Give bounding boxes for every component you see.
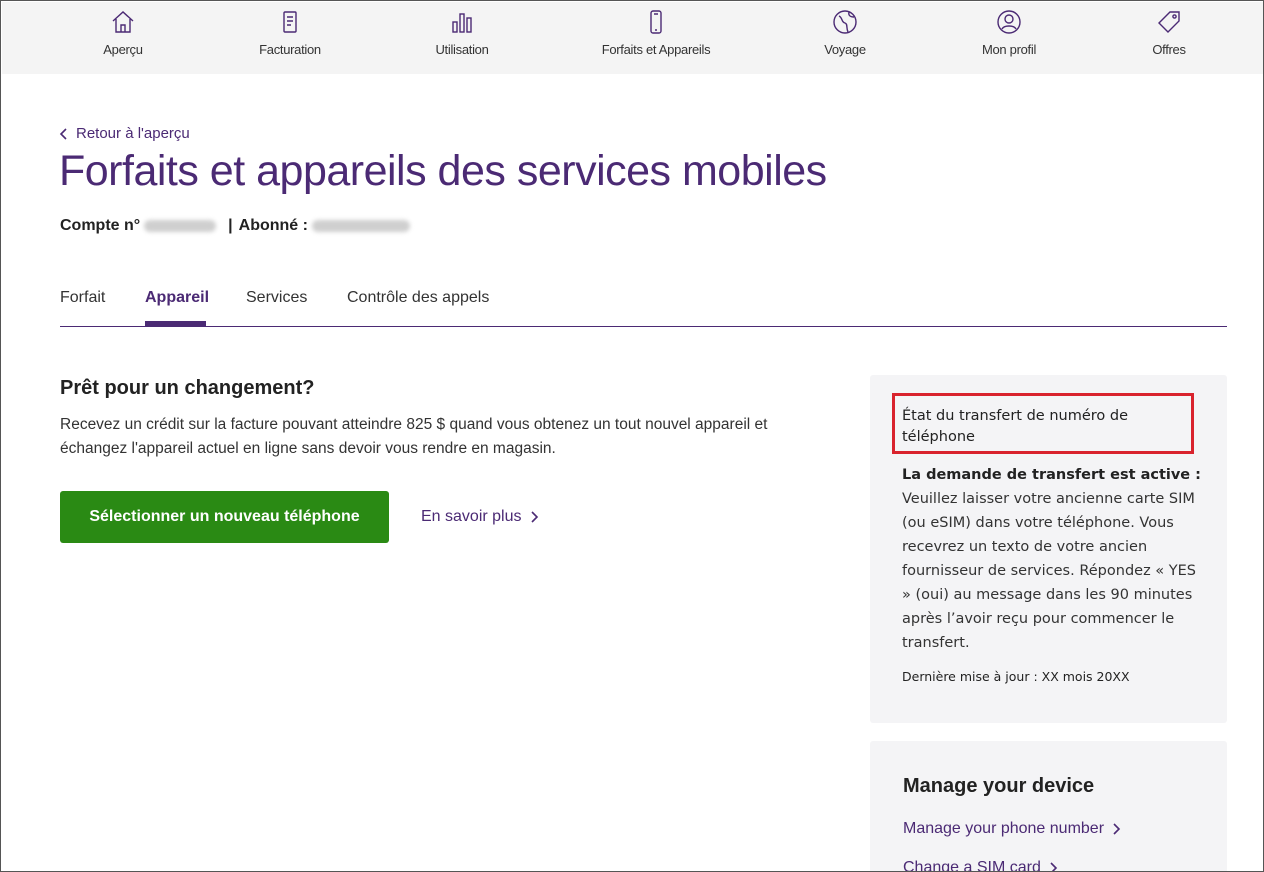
transfer-status-text: La demande de transfert est active : Veu… — [902, 463, 1202, 655]
nav-item-offres[interactable]: Offres — [1089, 8, 1249, 57]
back-link[interactable]: Retour à l'aperçu — [59, 125, 190, 142]
nav-item-mon-profil[interactable]: Mon profil — [929, 8, 1089, 57]
bill-icon — [283, 11, 297, 33]
nav-label: Forfaits et Appareils — [601, 42, 711, 57]
chevron-right-icon — [530, 511, 538, 523]
phone-icon — [650, 10, 662, 34]
account-label: Compte n° — [60, 217, 141, 234]
top-nav: Aperçu Facturation Utilisation Forfaits … — [2, 2, 1263, 74]
nav-label: Voyage — [824, 42, 866, 57]
manage-link-label: Manage your phone number — [903, 820, 1105, 837]
account-number-redacted — [144, 220, 217, 232]
nav-label: Aperçu — [103, 42, 143, 57]
tab-bar: Forfait Appareil Services Contrôle des a… — [60, 287, 1227, 327]
manage-device-card — [870, 741, 1227, 871]
tab-controle-appels[interactable]: Contrôle des appels — [347, 289, 489, 307]
manage-device-title: Manage your device — [903, 775, 1095, 797]
nav-item-facturation[interactable]: Facturation — [210, 8, 370, 57]
tab-appareil[interactable]: Appareil — [145, 289, 209, 307]
transfer-status-heading: La demande de transfert est active : — [902, 467, 1201, 483]
back-link-label: Retour à l'aperçu — [76, 125, 190, 142]
tab-services[interactable]: Services — [246, 289, 307, 307]
nav-item-apercu[interactable]: Aperçu — [43, 8, 203, 57]
nav-label: Mon profil — [981, 42, 1037, 57]
nav-item-utilisation[interactable]: Utilisation — [382, 8, 542, 57]
nav-label: Facturation — [259, 42, 321, 57]
select-new-phone-button[interactable]: Sélectionner un nouveau téléphone — [60, 491, 389, 543]
transfer-status-body: Veuillez laisser votre ancienne carte SI… — [902, 491, 1196, 651]
page-title: Forfaits et appareils des services mobil… — [59, 147, 827, 195]
tag-icon — [1158, 11, 1180, 33]
nav-item-voyage[interactable]: Voyage — [765, 8, 925, 57]
app-frame: Aperçu Facturation Utilisation Forfaits … — [0, 0, 1264, 872]
tab-forfait[interactable]: Forfait — [60, 289, 105, 307]
chevron-right-icon — [1113, 823, 1121, 835]
subscriber-number-redacted — [311, 220, 410, 232]
promo-title: Prêt pour un changement? — [60, 377, 315, 399]
chevron-right-icon — [1050, 862, 1057, 871]
change-sim-card-link[interactable]: Change a SIM card — [903, 859, 1058, 872]
manage-link-label: Change a SIM card — [903, 859, 1041, 872]
last-updated: Dernière mise à jour : XX mois 20XX — [902, 669, 1130, 684]
nav-label: Offres — [1152, 42, 1186, 57]
home-icon — [112, 11, 134, 33]
learn-more-label: En savoir plus — [421, 508, 522, 525]
account-info: Compte n° | Abonné : — [60, 217, 416, 235]
subscriber-label: Abonné : — [238, 217, 308, 234]
learn-more-link[interactable]: En savoir plus — [421, 508, 539, 526]
promo-text: Recevez un crédit sur la facture pouvant… — [60, 416, 768, 457]
active-tab-indicator — [145, 321, 206, 326]
nav-item-forfaits-appareils[interactable]: Forfaits et Appareils — [576, 8, 736, 57]
profile-icon — [997, 10, 1021, 34]
account-separator: | — [228, 217, 233, 234]
globe-icon — [833, 10, 857, 34]
nav-label: Utilisation — [435, 42, 489, 57]
bar-chart-icon — [452, 13, 472, 33]
manage-phone-number-link[interactable]: Manage your phone number — [903, 820, 1121, 838]
chevron-left-icon — [59, 127, 67, 140]
highlight-annotation — [892, 393, 1194, 454]
